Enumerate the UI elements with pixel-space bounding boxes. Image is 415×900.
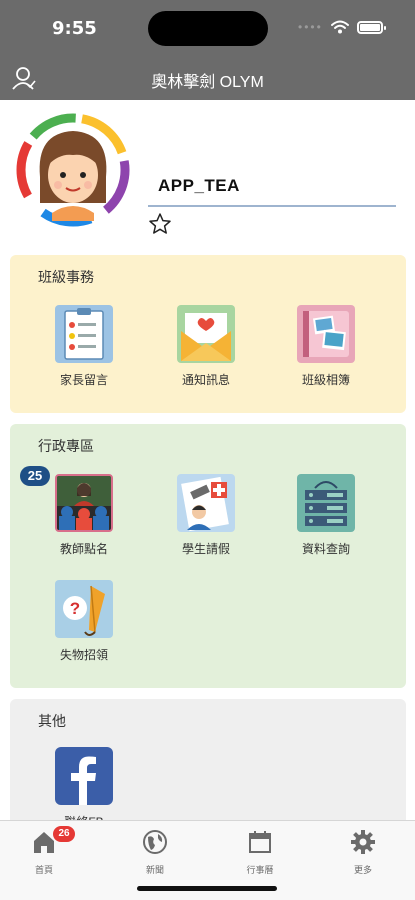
svg-text:?: ?: [70, 599, 80, 618]
tile-label: 資料查詢: [301, 542, 350, 556]
calendar-icon: [249, 831, 271, 853]
status-icons: ••••: [298, 20, 386, 34]
nav-title: 奧林擊劍 OLYM: [151, 74, 264, 91]
top-bar: 9:55 •••• 奧林擊劍 OLYM: [0, 0, 415, 100]
photo-album-icon: [297, 305, 355, 363]
tab-label: 行事曆: [246, 865, 274, 875]
tab-more[interactable]: 更多: [333, 829, 393, 876]
dynamic-island: [148, 11, 268, 46]
home-notification-badge: 26: [53, 826, 75, 842]
lost-found-icon: ?: [55, 580, 113, 638]
signal-icon: ••••: [298, 20, 323, 34]
tile-teacher-rollcall[interactable]: 教師點名: [36, 474, 132, 557]
tile-lost-found[interactable]: ? 失物招領: [36, 580, 132, 663]
teacher-rollcall-icon: [55, 474, 113, 532]
tile-parent-message[interactable]: 家長留言: [36, 305, 132, 388]
tile-facebook[interactable]: 聯絡FB: [36, 747, 132, 830]
section-title: 其他: [38, 713, 66, 729]
server-icon: [297, 474, 355, 532]
tile-label: 班級相簿: [301, 373, 350, 387]
tile-notifications[interactable]: 通知訊息: [158, 305, 254, 388]
facebook-icon: [55, 747, 113, 805]
tile-class-album[interactable]: 班級相簿: [278, 305, 374, 388]
admin-section: 行政專區 教師點名 學生請假 資料查詢 ? 失物招領: [10, 424, 406, 688]
other-section: 其他 聯絡FB: [10, 699, 406, 839]
tab-label: 新聞: [145, 865, 164, 875]
tile-label: 學生請假: [181, 542, 230, 556]
tile-label: 家長留言: [59, 373, 108, 387]
username-underline: [148, 205, 396, 207]
section-title: 行政專區: [38, 438, 94, 454]
avatar[interactable]: [16, 113, 130, 227]
rollcall-count-badge: 25: [20, 466, 50, 486]
tile-student-leave[interactable]: 學生請假: [158, 474, 254, 557]
parent-message-icon: [55, 305, 113, 363]
status-time: 9:55: [52, 18, 97, 39]
student-leave-icon: [177, 474, 235, 532]
home-indicator: [137, 886, 277, 891]
globe-icon: [143, 830, 167, 854]
tile-label: 通知訊息: [181, 373, 230, 387]
tab-news[interactable]: 新聞: [125, 829, 185, 876]
tile-label: 教師點名: [59, 542, 108, 556]
envelope-icon: [177, 305, 235, 363]
star-icon[interactable]: [148, 212, 172, 236]
class-affairs-section: 班級事務 家長留言 通知訊息 班級相簿: [10, 255, 406, 413]
wifi-icon: [330, 20, 349, 34]
tile-data-query[interactable]: 資料查詢: [278, 474, 374, 557]
gear-icon: [351, 830, 375, 854]
battery-icon: [356, 20, 386, 34]
tab-label: 首頁: [34, 865, 53, 875]
tile-label: 失物招領: [59, 648, 108, 662]
username: APP_TEA: [158, 176, 240, 195]
tab-calendar[interactable]: 行事曆: [230, 829, 290, 876]
section-title: 班級事務: [38, 269, 94, 285]
tab-label: 更多: [353, 865, 372, 875]
